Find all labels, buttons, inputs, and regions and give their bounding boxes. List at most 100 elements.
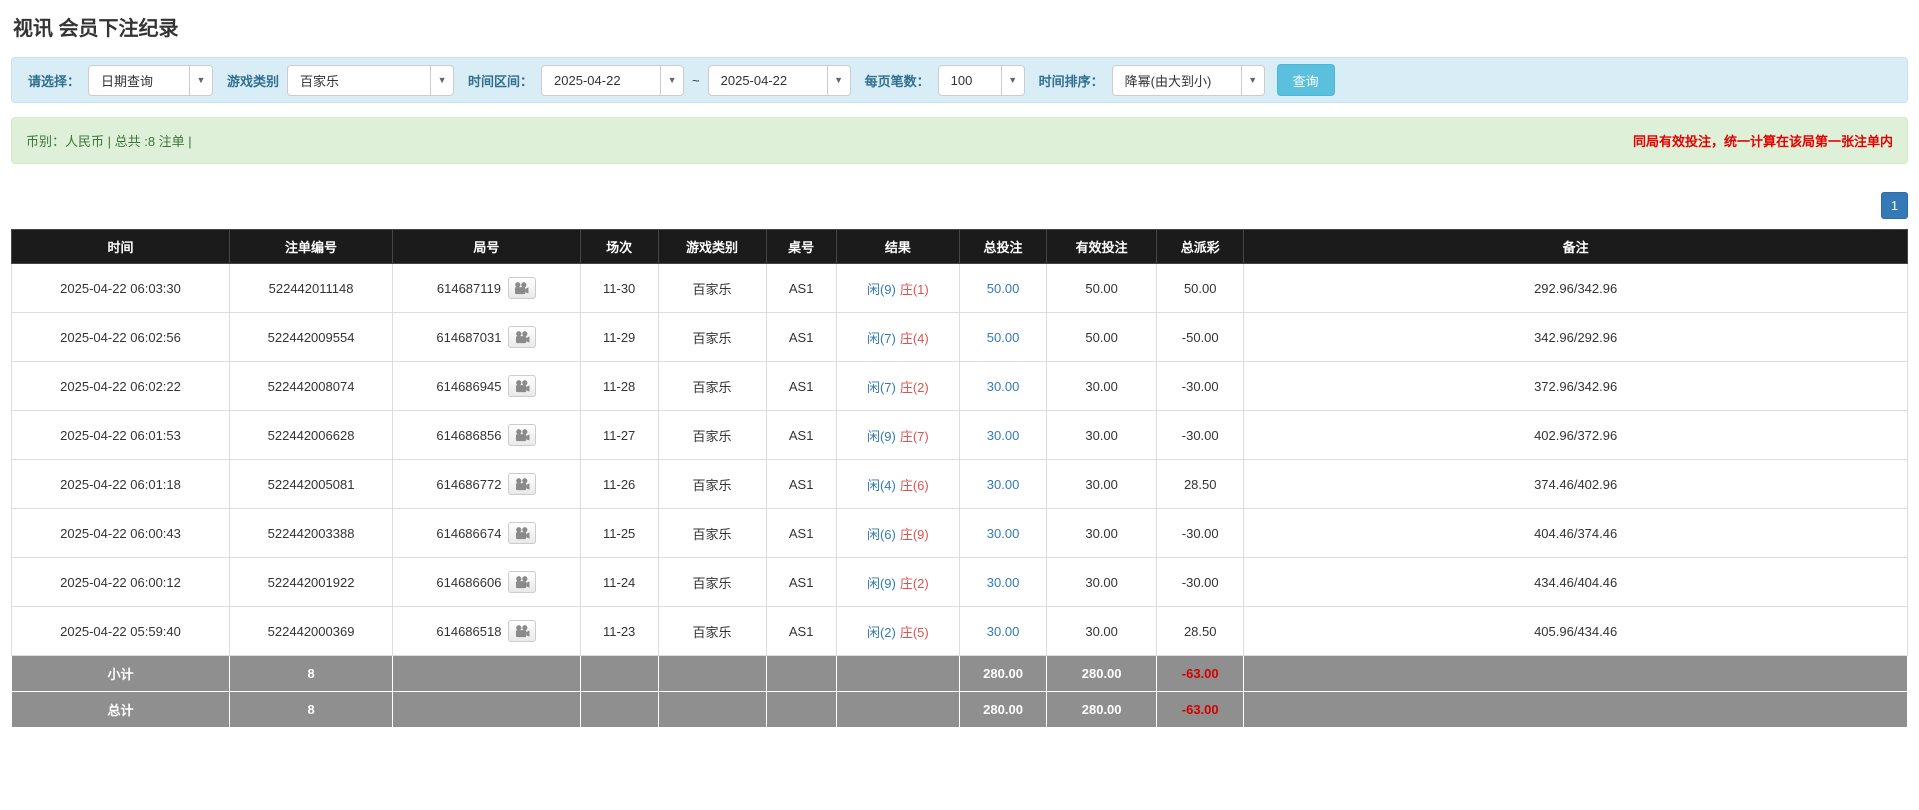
video-camera-icon [515,576,530,589]
table-no-cell: AS1 [766,558,836,607]
total-bet-cell: 30.00 [959,460,1046,509]
bet-id-cell: 522442006628 [230,411,393,460]
round-id-value: 614686606 [436,575,501,590]
session-cell: 11-23 [580,607,658,656]
video-replay-button[interactable] [508,326,536,348]
bet-id-cell: 522442003388 [230,509,393,558]
total-bet-link[interactable]: 30.00 [987,477,1020,492]
total-bet-link[interactable]: 30.00 [987,428,1020,443]
table-row: 2025-04-22 06:02:22522442008074614686945… [12,362,1908,411]
date-to-select[interactable]: 2025-04-22 ▼ [708,65,851,96]
summary-bar: 币别：人民币 | 总共 :8 注单 | 同局有效投注，统一计算在该局第一张注单内 [11,117,1908,164]
game-type-label: 游戏类别 [227,71,279,90]
total-bet-link[interactable]: 30.00 [987,575,1020,590]
valid-bet-cell: 30.00 [1047,362,1157,411]
video-replay-button[interactable] [508,424,536,446]
table-row: 2025-04-22 06:00:12522442001922614686606… [12,558,1908,607]
subtotal-row-empty [393,656,581,692]
payout-cell: -30.00 [1157,509,1244,558]
valid-bet-cell: 30.00 [1047,509,1157,558]
result-banker: 庄(6) [900,478,929,493]
time-sort-select[interactable]: 降幂(由大到小) ▼ [1112,65,1265,96]
table-no-cell: AS1 [766,313,836,362]
table-row: 2025-04-22 06:01:18522442005081614686772… [12,460,1908,509]
subtotal-row-empty [658,656,766,692]
subtotal-row-label: 小计 [12,656,230,692]
remark-cell: 372.96/342.96 [1244,362,1908,411]
video-camera-icon [515,625,530,638]
bet-records-table: 时间注单编号局号场次游戏类别桌号结果总投注有效投注总派彩备注 2025-04-2… [11,229,1908,728]
total-bet-link[interactable]: 30.00 [987,526,1020,541]
remark-cell: 374.46/402.96 [1244,460,1908,509]
video-replay-button[interactable] [508,375,536,397]
caret-down-icon[interactable]: ▼ [660,66,683,95]
total-row-valid-bet: 280.00 [1047,692,1157,728]
video-replay-button[interactable] [508,571,536,593]
subtotal-row-count: 8 [230,656,393,692]
round-id-value: 614687119 [437,281,501,296]
total-bet-link[interactable]: 50.00 [987,281,1020,296]
date-from-select[interactable]: 2025-04-22 ▼ [541,65,684,96]
game-type-cell: 百家乐 [658,264,766,313]
video-replay-button[interactable] [508,522,536,544]
time-cell: 2025-04-22 06:03:30 [12,264,230,313]
total-bet-link[interactable]: 30.00 [987,624,1020,639]
payout-cell: 50.00 [1157,264,1244,313]
table-row: 2025-04-22 06:01:53522442006628614686856… [12,411,1908,460]
session-cell: 11-25 [580,509,658,558]
column-header-8: 总投注 [959,230,1046,264]
round-id-value: 614686674 [436,526,501,541]
subtotal-row-total-bet: 280.00 [959,656,1046,692]
video-replay-button[interactable] [508,277,536,299]
page-size-label: 每页笔数： [865,71,930,90]
session-cell: 11-29 [580,313,658,362]
time-sort-value: 降幂(由大到小) [1113,66,1241,95]
game-type-select[interactable]: 百家乐 ▼ [287,65,454,96]
payout-cell: -30.00 [1157,558,1244,607]
caret-down-icon[interactable]: ▼ [1241,66,1264,95]
total-row-empty [836,692,959,728]
time-cell: 2025-04-22 06:02:22 [12,362,230,411]
total-bet-cell: 50.00 [959,264,1046,313]
caret-down-icon[interactable]: ▼ [827,66,850,95]
caret-down-icon[interactable]: ▼ [189,66,212,95]
video-replay-button[interactable] [508,473,536,495]
game-type-cell: 百家乐 [658,460,766,509]
caret-down-icon[interactable]: ▼ [430,66,453,95]
game-type-cell: 百家乐 [658,362,766,411]
time-range-label: 时间区间： [468,71,533,90]
total-row: 总计8280.00280.00-63.00 [12,692,1908,728]
search-button[interactable]: 查询 [1277,64,1335,96]
payout-cell: -30.00 [1157,362,1244,411]
round-id-cell: 614687119 [393,264,581,313]
game-type-value: 百家乐 [288,66,430,95]
video-camera-icon [514,282,529,295]
total-row-empty [580,692,658,728]
bet-id-cell: 522442001922 [230,558,393,607]
query-type-select[interactable]: 日期查询 ▼ [88,65,213,96]
video-camera-icon [515,527,530,540]
total-bet-link[interactable]: 30.00 [987,379,1020,394]
remark-cell: 434.46/404.46 [1244,558,1908,607]
valid-bet-cell: 30.00 [1047,411,1157,460]
page-button-1[interactable]: 1 [1881,192,1908,219]
subtotal-row: 小计8280.00280.00-63.00 [12,656,1908,692]
table-row: 2025-04-22 06:03:30522442011148614687119… [12,264,1908,313]
column-header-9: 有效投注 [1047,230,1157,264]
subtotal-row-payout: -63.00 [1157,656,1244,692]
total-row-label: 总计 [12,692,230,728]
result-player: 闲(7) [867,380,896,395]
total-bet-link[interactable]: 50.00 [987,330,1020,345]
caret-down-icon[interactable]: ▼ [1001,66,1024,95]
page-size-select[interactable]: 100 ▼ [938,65,1025,96]
total-row-remark [1244,692,1908,728]
page-root: 视讯 会员下注纪录 请选择： 日期查询 ▼ 游戏类别 百家乐 ▼ 时间区间： 2… [0,0,1919,748]
total-bet-cell: 30.00 [959,509,1046,558]
date-to-value: 2025-04-22 [709,66,827,95]
video-replay-button[interactable] [508,620,536,642]
bet-id-cell: 522442009554 [230,313,393,362]
result-cell: 闲(9)庄(7) [836,411,959,460]
session-cell: 11-24 [580,558,658,607]
time-cell: 2025-04-22 06:00:43 [12,509,230,558]
column-header-11: 备注 [1244,230,1908,264]
